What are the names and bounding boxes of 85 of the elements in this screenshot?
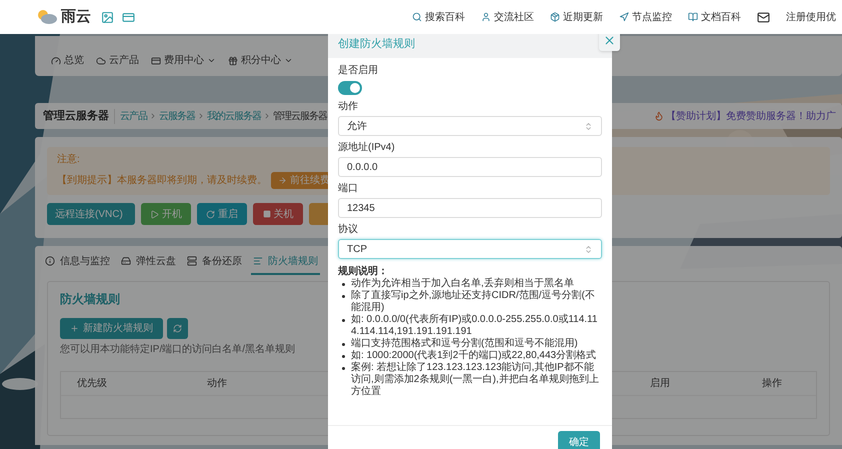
- column-header: 优先级: [76, 376, 108, 391]
- nav-menu-item[interactable]: 积分中心: [228, 53, 293, 68]
- input-field[interactable]: 12345: [338, 198, 602, 218]
- firewall-title: 防火墙规则: [60, 291, 120, 308]
- logo-icon: [36, 8, 58, 26]
- firewall-description: 您可以用本功能特定IP/端口的访问白名单/黑名单规则: [60, 342, 296, 357]
- notes-title: 规则说明：: [338, 265, 389, 278]
- nav-menu-item[interactable]: 总览: [51, 53, 84, 68]
- action-button[interactable]: 关机: [253, 203, 303, 225]
- breadcrumb-separator-icon: [149, 112, 157, 120]
- confirm-button[interactable]: 确定: [558, 431, 600, 449]
- new-rule-button[interactable]: 新建防火墙规则: [60, 318, 163, 339]
- gift-icon: [228, 56, 238, 66]
- package-icon: [550, 12, 560, 22]
- select-arrows-icon: [584, 244, 593, 254]
- plus-icon: [70, 324, 79, 333]
- gauge-icon: [51, 56, 61, 66]
- play-icon: [150, 210, 159, 218]
- nav-link[interactable]: 搜索百科: [412, 10, 465, 24]
- note-text: 如: 0.0.0.0/0(代表所有IP)或0.0.0.0-255.255.0.0或114.114.114.114,191.191.191.191: [351, 314, 598, 338]
- nav-menu-item[interactable]: 云产品: [96, 53, 139, 68]
- bullet-icon: [342, 367, 345, 370]
- breadcrumb-current: 管理云服务器: [273, 110, 327, 124]
- select-arrows-icon: [584, 122, 593, 130]
- info-icon: [45, 256, 55, 266]
- bullet-icon: [342, 319, 345, 322]
- toggle-switch[interactable]: [338, 81, 362, 95]
- mail-icon[interactable]: [757, 10, 770, 24]
- person-icon: [481, 12, 491, 22]
- chevron-down-icon: [284, 56, 293, 65]
- breadcrumb-separator-icon: [197, 112, 205, 120]
- flame-icon: [654, 111, 664, 121]
- note-text: 除了直接写ip之外,源地址还支持CIDR/范围/逗号分割(不能混用): [351, 290, 596, 314]
- column-header: 启用: [649, 376, 671, 391]
- restart-icon: [206, 210, 215, 218]
- bullet-icon: [342, 355, 345, 358]
- arrow-right-icon: [278, 176, 287, 185]
- list-icon: [253, 256, 263, 266]
- chevron-down-icon: [207, 56, 216, 65]
- drive-icon: [121, 256, 131, 266]
- note-text: 如: 1000:2000(代表1到2千的端口)或22,80,443分割格式: [351, 350, 596, 362]
- note-text: 端口支持范围格式和逗号分割(范围和逗号不能混用): [351, 338, 578, 350]
- card-icon[interactable]: [122, 10, 135, 24]
- field-label: 协议: [338, 224, 359, 236]
- page-title: 管理云服务器: [43, 108, 109, 124]
- card-icon: [151, 56, 161, 66]
- cloud-icon: [96, 56, 106, 66]
- breadcrumb-separator-icon: [263, 112, 271, 120]
- note-text: 案例: 若想让除了123.123.123.123能访问,其他IP都不能访问,则需添加2条规则(一黑一白),并把白名单规则拖到上方位置: [351, 362, 600, 398]
- input-field[interactable]: 0.0.0.0: [338, 157, 602, 177]
- nav-link[interactable]: 交流社区: [481, 10, 534, 24]
- tab[interactable]: 信息与监控: [43, 249, 112, 275]
- image-icon[interactable]: [101, 10, 114, 24]
- logo-text: 雨云: [61, 6, 91, 27]
- bullet-icon: [342, 343, 345, 346]
- tab[interactable]: 弹性云盘: [119, 249, 178, 275]
- field-label: 源地址(IPv4): [338, 142, 396, 154]
- nav-menu-item[interactable]: 费用中心: [151, 53, 216, 68]
- select-field[interactable]: TCP: [338, 239, 602, 259]
- field-label: 端口: [338, 183, 359, 195]
- field-label: 动作: [338, 101, 359, 113]
- refresh-button[interactable]: [167, 318, 188, 339]
- column-header: 操作: [761, 377, 783, 391]
- register-link[interactable]: 注册使用优: [786, 10, 836, 24]
- note-text: 动作为允许相当于加入白名单,丢弃则相当于黑名单: [351, 278, 574, 290]
- notice-message: 【到期提示】本服务器即将到期，请及时续费。: [57, 174, 267, 188]
- bullet-icon: [342, 283, 345, 286]
- server-icon: [187, 256, 197, 266]
- nav-link[interactable]: 节点监控: [619, 10, 672, 24]
- refresh-icon: [173, 324, 182, 333]
- dialog-title: 创建防火墙规则: [338, 36, 415, 52]
- notice-title: 注意:: [57, 152, 80, 167]
- search-icon: [412, 12, 422, 22]
- close-icon: [603, 34, 616, 47]
- nav-link[interactable]: 文档百科: [688, 10, 741, 24]
- field-label: 是否启用: [338, 65, 379, 77]
- navigation-icon: [619, 12, 629, 22]
- tab[interactable]: 备份还原: [185, 249, 244, 275]
- bullet-icon: [342, 295, 345, 298]
- nav-link[interactable]: 近期更新: [550, 10, 603, 24]
- promo-link[interactable]: 【赞助计划】免费赞助服务器！助力广: [666, 108, 836, 124]
- column-header: 动作: [206, 377, 228, 391]
- book-icon: [688, 12, 698, 22]
- stop-icon: [262, 210, 270, 218]
- select-field[interactable]: 允许: [338, 116, 602, 136]
